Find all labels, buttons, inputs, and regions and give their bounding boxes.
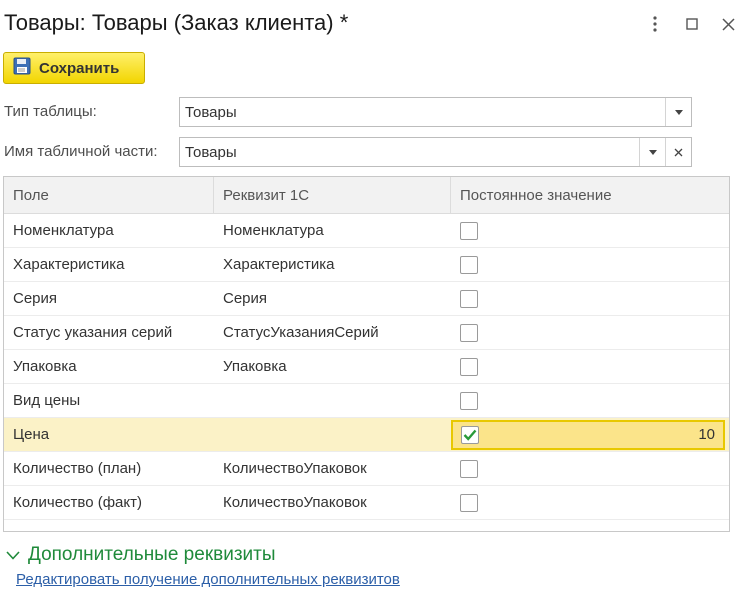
cell-field: Количество (факт)	[13, 494, 142, 511]
save-button-label: Сохранить	[39, 59, 120, 77]
table-row[interactable]: Серия Серия	[4, 282, 729, 316]
edit-additional-attributes-link[interactable]: Редактировать получение дополнительных р…	[16, 571, 400, 588]
constant-checkbox[interactable]	[460, 357, 478, 376]
tabular-part-label: Имя табличной части:	[4, 143, 158, 160]
constant-checkbox[interactable]	[460, 459, 478, 478]
cell-attribute: Упаковка	[223, 358, 287, 375]
cell-field: Характеристика	[13, 256, 125, 273]
constant-checkbox[interactable]	[460, 391, 478, 410]
cell-field: Цена	[13, 426, 50, 443]
table-row[interactable]: Вид цены	[4, 384, 729, 418]
more-icon[interactable]	[645, 12, 665, 36]
additional-attributes-section[interactable]: Дополнительные реквизиты	[6, 544, 276, 566]
table-row[interactable]: Количество (план) КоличествоУпаковок	[4, 452, 729, 486]
cell-field: Количество (план)	[13, 460, 142, 477]
cell-field: Номенклатура	[13, 222, 114, 239]
column-header-field[interactable]: Поле	[4, 177, 214, 213]
cell-attribute: СтатусУказанияСерий	[223, 324, 379, 341]
cell-field: Статус указания серий	[13, 324, 173, 341]
table-row[interactable]: Количество (факт) КоличествоУпаковок	[4, 486, 729, 520]
floppy-disk-icon	[13, 57, 31, 79]
close-icon[interactable]	[718, 12, 738, 36]
constant-value-editor[interactable]: 10	[451, 419, 725, 450]
cell-attribute: Характеристика	[223, 256, 335, 273]
cell-attribute: Серия	[223, 290, 268, 307]
constant-value-input[interactable]: 10	[479, 426, 715, 443]
chevron-down-icon	[6, 550, 20, 560]
constant-checkbox[interactable]	[460, 323, 478, 342]
mapping-table[interactable]: Поле Реквизит 1С Постоянное значение Ном…	[3, 176, 730, 532]
cell-attribute: КоличествоУпаковок	[223, 460, 367, 477]
cell-attribute: КоличествоУпаковок	[223, 494, 367, 511]
cell-field: Вид цены	[13, 392, 81, 409]
dropdown-arrow-icon[interactable]	[639, 138, 665, 166]
table-row[interactable]: Упаковка Упаковка	[4, 350, 729, 384]
save-button[interactable]: Сохранить	[3, 52, 145, 84]
constant-checkbox[interactable]	[460, 289, 478, 308]
table-row[interactable]: Характеристика Характеристика	[4, 248, 729, 282]
cell-attribute	[214, 418, 451, 451]
constant-checkbox-checked[interactable]	[461, 425, 479, 444]
table-header: Поле Реквизит 1С Постоянное значение	[4, 177, 729, 214]
cell-field: Серия	[13, 290, 58, 307]
maximize-icon[interactable]	[682, 12, 702, 36]
constant-checkbox[interactable]	[460, 255, 478, 274]
tabular-part-value: Товары	[185, 143, 237, 161]
checkmark-icon	[463, 429, 477, 441]
column-header-constant-value[interactable]: Постоянное значение	[451, 177, 729, 213]
table-type-field[interactable]: Товары	[179, 97, 692, 127]
table-type-label: Тип таблицы:	[4, 103, 97, 120]
table-type-value: Товары	[185, 103, 237, 121]
dropdown-arrow-icon[interactable]	[665, 98, 691, 126]
column-header-attribute[interactable]: Реквизит 1С	[214, 177, 451, 213]
cell-field: Упаковка	[13, 358, 77, 375]
tabular-part-field[interactable]: Товары	[179, 137, 692, 167]
table-row-selected[interactable]: Цена 10	[4, 418, 729, 452]
clear-icon[interactable]	[665, 138, 691, 166]
cell-attribute: Номенклатура	[223, 222, 324, 239]
table-row[interactable]: Номенклатура Номенклатура	[4, 214, 729, 248]
section-title: Дополнительные реквизиты	[28, 544, 276, 565]
window-title: Товары: Товары (Заказ клиента) *	[4, 10, 349, 35]
constant-checkbox[interactable]	[460, 493, 478, 512]
constant-checkbox[interactable]	[460, 221, 478, 240]
cell-attribute	[214, 384, 451, 417]
table-row[interactable]: Статус указания серий СтатусУказанияСери…	[4, 316, 729, 350]
